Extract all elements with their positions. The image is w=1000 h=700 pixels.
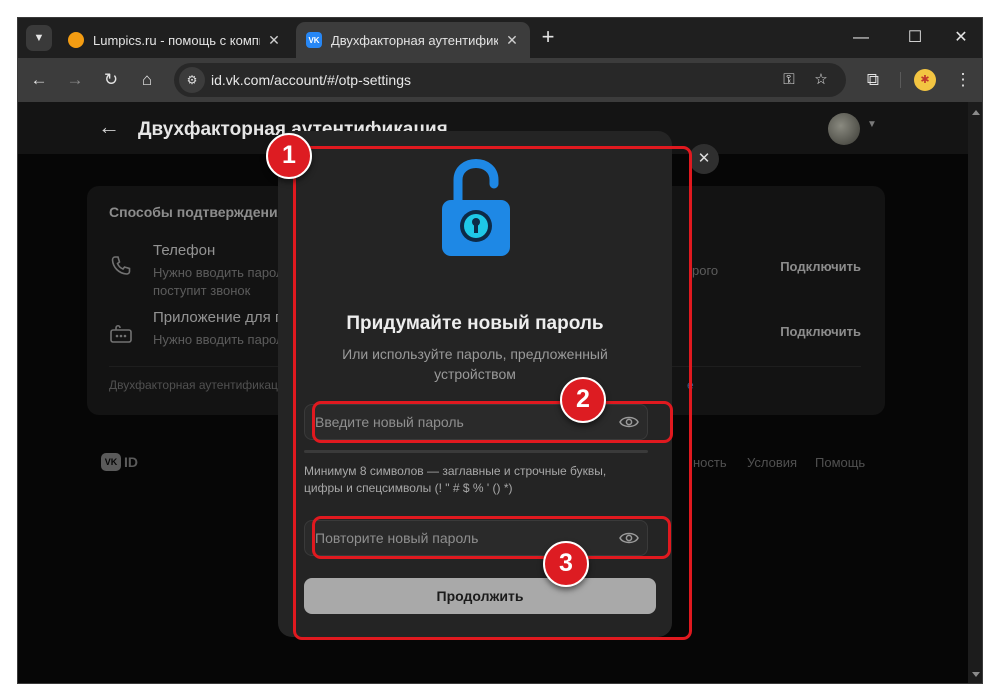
unlocked-padlock-icon xyxy=(442,159,510,256)
show-password-eye-icon[interactable] xyxy=(619,413,639,431)
annotation-badge-3: 3 xyxy=(543,541,589,587)
new-password-modal: Придумайте новый пароль Или используйте … xyxy=(278,131,672,637)
forward-icon[interactable]: → xyxy=(62,67,88,93)
tab-lumpics[interactable]: Lumpics.ru - помощь с компь ✕ xyxy=(58,22,292,58)
password-key-icon[interactable]: ⚿ xyxy=(778,69,800,91)
password-strength-bar xyxy=(304,450,648,453)
annotation-badge-1: 1 xyxy=(266,133,312,179)
address-bar[interactable]: ⚙ id.vk.com/account/#/otp-settings ⚿ ☆ xyxy=(174,63,846,97)
maximize-icon[interactable]: ☐ xyxy=(900,26,930,50)
scroll-down-icon[interactable] xyxy=(972,672,980,677)
annotation-badge-2: 2 xyxy=(560,377,606,423)
minimize-icon[interactable]: — xyxy=(846,26,876,50)
tab-search-button[interactable]: ▼ xyxy=(26,25,52,51)
continue-button[interactable]: Продолжить xyxy=(304,578,656,614)
password-requirements-hint: Минимум 8 символов — заглавные и строчны… xyxy=(304,464,607,495)
close-tab-icon[interactable]: ✕ xyxy=(266,32,282,49)
modal-title: Придумайте новый пароль xyxy=(346,313,604,334)
user-avatar[interactable] xyxy=(828,113,860,145)
profile-avatar-icon[interactable]: ✱ xyxy=(914,69,936,91)
close-tab-icon[interactable]: ✕ xyxy=(504,32,520,49)
lumpics-favicon-icon xyxy=(68,32,84,48)
more-menu-icon[interactable]: ⋮ xyxy=(950,67,976,93)
toolbar-divider xyxy=(900,72,901,88)
back-arrow-icon[interactable]: ← xyxy=(98,114,120,140)
scrollbar[interactable] xyxy=(968,102,982,683)
tab-title: Lumpics.ru - помощь с компь xyxy=(93,32,260,48)
tab-vk-2fa[interactable]: VK Двухфакторная аутентифика ✕ xyxy=(296,22,530,58)
scroll-up-icon[interactable] xyxy=(972,110,980,115)
vk-favicon-icon: VK xyxy=(306,32,322,48)
tab-title: Двухфакторная аутентифика xyxy=(331,32,498,48)
back-icon[interactable]: ← xyxy=(26,67,52,93)
site-settings-icon[interactable]: ⚙ xyxy=(179,67,205,93)
home-icon[interactable]: ⌂ xyxy=(134,67,160,93)
bookmark-star-icon[interactable]: ☆ xyxy=(810,69,832,91)
repeat-password-field[interactable] xyxy=(304,520,648,556)
chevron-down-icon[interactable]: ▼ xyxy=(867,119,877,130)
modal-close-button[interactable]: ✕ xyxy=(689,144,719,174)
url-text[interactable]: id.vk.com/account/#/otp-settings xyxy=(211,72,411,88)
new-tab-button[interactable]: + xyxy=(536,26,560,50)
browser-toolbar: ← → ↻ ⌂ ⚙ id.vk.com/account/#/otp-settin… xyxy=(18,58,982,102)
tab-strip: ▼ Lumpics.ru - помощь с компь ✕ VK Двухф… xyxy=(18,18,982,58)
close-window-icon[interactable]: ✕ xyxy=(946,26,976,50)
reload-icon[interactable]: ↻ xyxy=(98,67,124,93)
extensions-icon[interactable]: ⧉ xyxy=(860,67,886,93)
show-password-eye-icon[interactable] xyxy=(619,529,639,547)
